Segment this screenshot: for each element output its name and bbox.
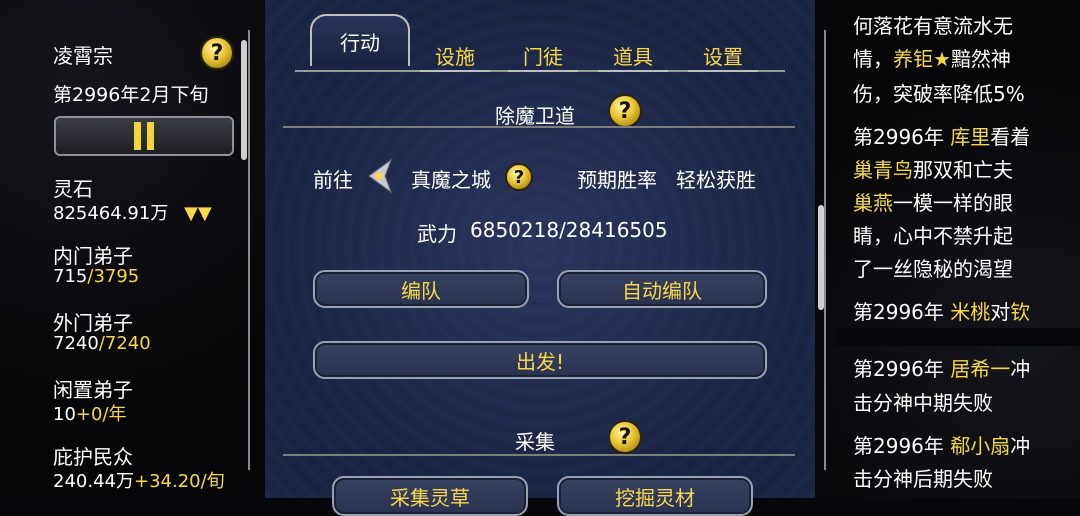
log-person-name[interactable]: 库里 (950, 125, 990, 149)
section-gather-divider (283, 454, 795, 456)
log-line: 第2996年 米桃对钦 (853, 296, 1030, 325)
right-divider (824, 30, 826, 470)
destination[interactable]: 真魔之城 (411, 164, 491, 193)
help-sect-question-icon[interactable]: ? (200, 36, 234, 70)
spirit-stone-label: 灵石 (53, 177, 93, 201)
log-text: 看着 (990, 125, 1031, 149)
event-log-panel: 何落花有意流水无 情，养钜★黯然神 伤，突破率降低5% 第2996年 库里看着 … (815, 0, 1080, 498)
log-line: 击分神中期失败 (853, 391, 993, 415)
log-person-name[interactable]: 巢燕 (853, 191, 893, 215)
log-text: 冲 (1010, 434, 1031, 458)
log-person-name[interactable]: 居希一 (950, 357, 1010, 381)
outer-disciples-value: 7240/7240 (53, 333, 151, 354)
inner-current: 715 (53, 266, 88, 287)
log-line: 巢青鸟那双和亡夫 (853, 154, 1013, 183)
win-rate-value: 轻松获胜 (676, 168, 756, 192)
depart-button[interactable]: 出发! (313, 341, 767, 379)
log-text: 冲 (1010, 357, 1031, 381)
gather-herb-button[interactable]: 采集灵草 (332, 476, 528, 516)
idle-rate: +0/年 (75, 404, 127, 425)
left-scrollbar[interactable] (241, 40, 247, 160)
outer-disciples-label: 外门弟子 (53, 311, 133, 335)
log-year: 第2996年 (853, 434, 951, 458)
log-text: 对 (990, 300, 1011, 324)
left-sidebar: 凌霄宗 ? 第2996年2月下旬 灵石 825464.91万 ▼▼ 内门弟子 7… (0, 0, 265, 498)
tab-disciples[interactable]: 门徒 (508, 36, 578, 72)
outer-current: 7240 (53, 333, 99, 354)
log-person-name[interactable]: 养钜 (893, 47, 933, 71)
log-person-name[interactable]: 钦 (1010, 300, 1030, 324)
log-text: 一模一样的眼 (893, 191, 1013, 215)
help-gather-question-icon[interactable]: ? (608, 420, 642, 454)
log-line: 了一丝隐秘的渴望 (853, 257, 1013, 281)
idle-disciples-label: 闲置弟子 (53, 378, 133, 402)
log-clip-mask (835, 328, 1080, 346)
dig-material-button[interactable]: 挖掘灵材 (557, 476, 753, 516)
log-text: 情， (853, 47, 893, 71)
log-line: 睛，心中不禁升起 (853, 224, 1013, 248)
log-year: 第2996年 (853, 125, 951, 149)
log-line: 伤，突破率降低5% (853, 82, 1025, 106)
auto-formation-button[interactable]: 自动编队 (557, 270, 767, 308)
win-rate-label: 预期胜率 (577, 168, 657, 192)
tab-settings[interactable]: 设置 (688, 36, 758, 72)
spirit-stone-amount: 825464.91万 (53, 203, 169, 224)
protected-people-value: 240.44万+34.20/旬 (53, 467, 225, 493)
log-person-name[interactable]: 郗小扇 (950, 434, 1010, 458)
log-line: 第2996年 郗小扇冲 (853, 430, 1030, 459)
star-icon: ★ (933, 47, 951, 71)
log-person-name[interactable]: 巢青鸟 (853, 158, 913, 182)
idle-count: 10 (53, 404, 76, 425)
section-gather-title: 采集 (515, 430, 555, 454)
log-year: 第2996年 (853, 357, 951, 381)
game-date: 第2996年2月下旬 (53, 84, 209, 106)
help-destination-question-icon[interactable]: ? (505, 163, 533, 191)
idle-disciples-value: 10+0/年 (53, 400, 127, 426)
left-arrow-icon[interactable] (365, 158, 395, 194)
protect-count: 240.44万 (53, 471, 134, 492)
section-demon-divider (283, 126, 795, 128)
pause-button[interactable] (54, 116, 234, 156)
log-text: 黯然神 (950, 47, 1011, 71)
inner-disciples-value: 715/3795 (53, 266, 139, 287)
left-divider (248, 30, 250, 470)
power-value: 6850218/28416505 (470, 218, 668, 242)
power-label: 武力 (417, 222, 457, 246)
help-demon-question-icon[interactable]: ? (608, 94, 642, 128)
formation-button[interactable]: 编队 (313, 270, 529, 308)
goto-label: 前往 (313, 168, 353, 192)
tab-facilities[interactable]: 设施 (420, 36, 490, 72)
outer-max: 7240 (104, 333, 151, 354)
log-line: 巢燕一模一样的眼 (853, 187, 1013, 216)
tab-action[interactable]: 行动 (310, 14, 410, 66)
log-line: 何落花有意流水无 (853, 14, 1013, 38)
spirit-stone-value: 825464.91万 ▼▼ (53, 199, 212, 225)
protect-rate: +34.20/旬 (133, 471, 225, 492)
log-line: 第2996年 居希一冲 (853, 353, 1030, 382)
right-scrollbar[interactable] (818, 205, 824, 310)
log-line: 情，养钜★黯然神 (853, 43, 1011, 72)
inner-disciples-label: 内门弟子 (53, 244, 133, 268)
main-panel: 行动 设施 门徒 道具 设置 除魔卫道 ? 前往 真魔之城 ? 预期胜率 轻松获… (265, 0, 815, 516)
sect-name: 凌霄宗 (53, 44, 113, 68)
log-text: 那双和亡夫 (913, 158, 1013, 182)
log-line: 第2996年 库里看着 (853, 121, 1030, 150)
spirit-stone-trend-icon: ▼▼ (184, 203, 212, 224)
pause-icon (134, 122, 154, 150)
protected-people-label: 庇护民众 (53, 445, 133, 469)
log-year: 第2996年 (853, 300, 951, 324)
tab-items[interactable]: 道具 (598, 36, 668, 72)
section-demon-title: 除魔卫道 (495, 104, 575, 128)
log-person-name[interactable]: 米桃 (950, 300, 990, 324)
inner-max: 3795 (93, 266, 140, 287)
log-line: 击分神后期失败 (853, 467, 993, 491)
